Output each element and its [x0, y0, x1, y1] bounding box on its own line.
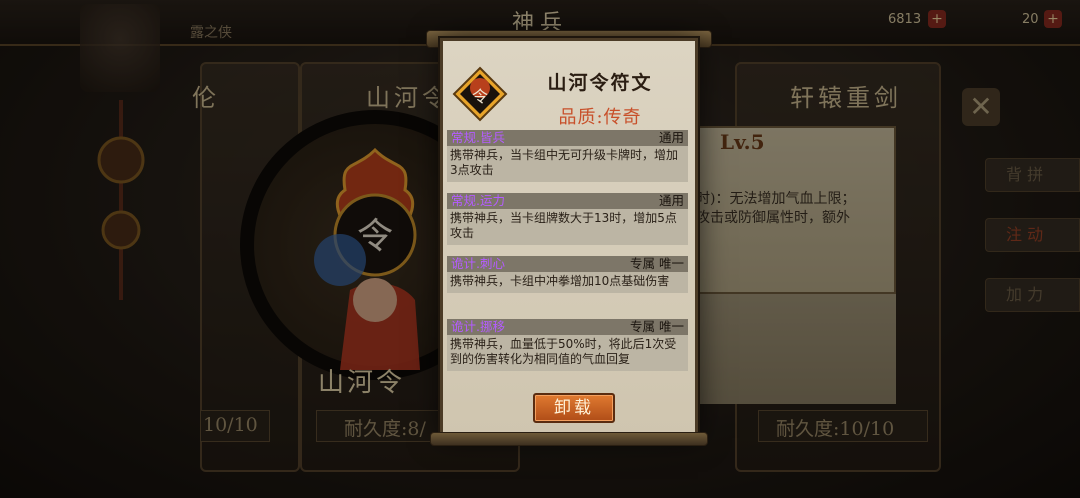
rune-header: 诡计.挪移 专属 唯一 — [447, 319, 688, 335]
rune-tag: 专属 唯一 — [630, 256, 684, 271]
rune-emblem-icon: 令 — [452, 66, 508, 122]
rune-item: 常规.运力 通用 携带神兵，当卡组牌数大于13时，增加5点攻击 — [447, 193, 688, 245]
rune-name: 常规.皆兵 — [451, 130, 505, 145]
rune-description: 携带神兵，卡组中冲拳增加10点基础伤害 — [447, 272, 688, 293]
svg-text:令: 令 — [472, 87, 488, 106]
rune-item: 诡计.挪移 专属 唯一 携带神兵，血量低于50%时，将此后1次受到的伤害转化为相… — [447, 319, 688, 371]
rune-name: 诡计.挪移 — [451, 319, 505, 334]
rune-quality: 品质:传奇 — [558, 107, 642, 128]
game-screen: 露之侠 神兵 6813 + 20 + 伦 山河令 轩辕重剑 令 山河令 10/1… — [0, 0, 1080, 498]
rune-tag: 专属 唯一 — [630, 319, 684, 334]
rune-description: 携带神兵，血量低于50%时，将此后1次受到的伤害转化为相同值的气血回复 — [447, 335, 688, 371]
modal-title: 山河令符文 — [547, 72, 653, 94]
unload-button[interactable]: 卸载 — [533, 393, 615, 423]
rune-description: 携带神兵，当卡组中无可升级卡牌时，增加3点攻击 — [447, 146, 688, 182]
rune-header: 常规.运力 通用 — [447, 193, 688, 209]
rune-tag: 通用 — [658, 193, 684, 208]
rune-tag: 通用 — [658, 130, 684, 145]
rune-header: 诡计.刺心 专属 唯一 — [447, 256, 688, 272]
rune-header: 常规.皆兵 通用 — [447, 130, 688, 146]
rune-name: 常规.运力 — [451, 193, 505, 208]
rune-item: 常规.皆兵 通用 携带神兵，当卡组中无可升级卡牌时，增加3点攻击 — [447, 130, 688, 182]
rune-description: 携带神兵，当卡组牌数大于13时，增加5点攻击 — [447, 209, 688, 245]
scroll-bottom-rod — [430, 432, 708, 446]
rune-name: 诡计.刺心 — [451, 256, 505, 271]
rune-item: 诡计.刺心 专属 唯一 携带神兵，卡组中冲拳增加10点基础伤害 — [447, 256, 688, 293]
